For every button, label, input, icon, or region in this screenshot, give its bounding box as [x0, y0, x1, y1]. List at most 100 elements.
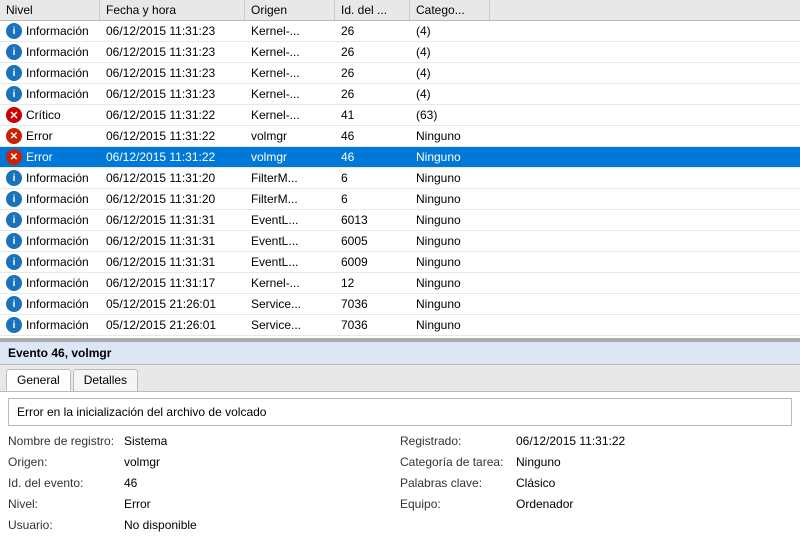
nivel-text: Información — [26, 213, 89, 227]
nivel-text: Información — [26, 87, 89, 101]
nivel-cell: ✕Error — [0, 126, 100, 146]
detail-field-row: Id. del evento: 46 — [8, 476, 400, 490]
col-header-id[interactable]: Id. del ... — [335, 0, 410, 20]
field-label: Palabras clave: — [400, 476, 510, 490]
field-value: 46 — [124, 476, 137, 490]
fecha-cell: 06/12/2015 11:31:23 — [100, 43, 245, 61]
nivel-cell: i Información — [0, 294, 100, 314]
fecha-cell: 06/12/2015 11:31:23 — [100, 64, 245, 82]
field-value: Sistema — [124, 434, 167, 448]
field-label: Id. del evento: — [8, 476, 118, 490]
cat-cell: Ninguno — [410, 211, 490, 229]
nivel-text: Información — [26, 318, 89, 332]
cat-cell: Ninguno — [410, 232, 490, 250]
col-header-cat[interactable]: Catego... — [410, 0, 490, 20]
id-cell: 6 — [335, 169, 410, 187]
cat-cell: Ninguno — [410, 274, 490, 292]
info-icon: i — [6, 317, 22, 333]
col-header-origen[interactable]: Origen — [245, 0, 335, 20]
tabs-bar: General Detalles — [0, 365, 800, 392]
table-row[interactable]: iInformación06/12/2015 11:31:17Kernel-..… — [0, 273, 800, 294]
id-cell: 7036 — [335, 295, 410, 313]
table-row[interactable]: iInformación06/12/2015 11:31:23Kernel-..… — [0, 63, 800, 84]
info-icon: i — [6, 191, 22, 207]
detail-field-row: Origen:volmgr — [8, 455, 400, 469]
table-row[interactable]: ✕Crítico06/12/2015 11:31:22Kernel-...41(… — [0, 105, 800, 126]
table-row[interactable]: iInformación06/12/2015 11:31:31EventL...… — [0, 210, 800, 231]
info-icon: i — [6, 65, 22, 81]
fecha-cell: 06/12/2015 11:31:23 — [100, 85, 245, 103]
nivel-cell: iInformación — [0, 210, 100, 230]
id-cell: 26 — [335, 43, 410, 61]
info-icon: i — [6, 44, 22, 60]
cat-cell: (4) — [410, 85, 490, 103]
field-value: Error — [124, 497, 151, 511]
table-row[interactable]: iInformación05/12/2015 21:26:01Service..… — [0, 315, 800, 336]
table-row[interactable]: iInformación06/12/2015 11:31:20FilterM..… — [0, 189, 800, 210]
nivel-text: Información — [26, 276, 89, 290]
origen-cell: FilterM... — [245, 169, 335, 187]
detail-field-row: Categoría de tarea:Ninguno — [400, 455, 792, 469]
id-cell: 6013 — [335, 211, 410, 229]
fecha-cell: 06/12/2015 11:31:22 — [100, 148, 245, 166]
col-header-nivel[interactable]: Nivel — [0, 0, 100, 20]
detail-field-row: Registrado:06/12/2015 11:31:22 — [400, 434, 792, 448]
field-label: Origen: — [8, 455, 118, 469]
cat-cell: Ninguno — [410, 148, 490, 166]
info-icon: i — [6, 170, 22, 186]
error-message-box: Error en la inicialización del archivo d… — [8, 398, 792, 426]
origen-cell: EventL... — [245, 211, 335, 229]
tab-detalles[interactable]: Detalles — [73, 369, 138, 391]
origen-cell: Kernel-... — [245, 85, 335, 103]
fecha-cell: 06/12/2015 11:31:31 — [100, 211, 245, 229]
table-row[interactable]: ✕Error06/12/2015 11:31:22volmgr46Ninguno — [0, 126, 800, 147]
id-cell: 12 — [335, 274, 410, 292]
nivel-text: Información — [26, 234, 89, 248]
table-row[interactable]: iInformación06/12/2015 11:31:23Kernel-..… — [0, 42, 800, 63]
table-row[interactable]: iInformación06/12/2015 11:31:31EventL...… — [0, 231, 800, 252]
table-row[interactable]: iInformación06/12/2015 11:31:23Kernel-..… — [0, 21, 800, 42]
detail-left-col: Nombre de registro:SistemaOrigen:volmgrI… — [8, 434, 400, 535]
id-cell: 26 — [335, 64, 410, 82]
info-icon: i — [6, 296, 22, 312]
origen-cell: FilterM... — [245, 190, 335, 208]
table-row[interactable]: iInformación05/12/2015 21:26:01Service..… — [0, 294, 800, 315]
origen-cell: volmgr — [245, 148, 335, 166]
field-label: Equipo: — [400, 497, 510, 511]
field-label: Categoría de tarea: — [400, 455, 510, 469]
table-row[interactable]: iInformación06/12/2015 11:31:31EventL...… — [0, 252, 800, 273]
cat-cell: (4) — [410, 22, 490, 40]
table-row[interactable]: iInformación06/12/2015 11:31:23Kernel-..… — [0, 84, 800, 105]
table-row[interactable]: iInformación05/12/2015 21:26:01Service..… — [0, 336, 800, 337]
cat-cell: Ninguno — [410, 253, 490, 271]
id-cell: 6005 — [335, 232, 410, 250]
field-value: No disponible — [124, 518, 197, 532]
detail-field-row: Equipo:Ordenador — [400, 497, 792, 511]
detail-content: Error en la inicialización del archivo d… — [0, 392, 800, 540]
table-row[interactable]: iInformación06/12/2015 11:31:20FilterM..… — [0, 168, 800, 189]
field-label: Registrado: — [400, 434, 510, 448]
table-row[interactable]: ✕Error06/12/2015 11:31:22volmgr46Ninguno — [0, 147, 800, 168]
info-icon: i — [6, 23, 22, 39]
cat-cell: Ninguno — [410, 316, 490, 334]
cat-cell: (4) — [410, 43, 490, 61]
nivel-cell: iInformación — [0, 168, 100, 188]
detail-title: Evento 46, volmgr — [0, 342, 800, 365]
fecha-cell: 06/12/2015 11:31:31 — [100, 232, 245, 250]
cat-cell: Ninguno — [410, 295, 490, 313]
nivel-cell: iInformación — [0, 273, 100, 293]
origen-cell: Kernel-... — [245, 43, 335, 61]
tab-general[interactable]: General — [6, 369, 71, 391]
id-cell: 41 — [335, 106, 410, 124]
nivel-cell: iInformación — [0, 84, 100, 104]
origen-cell: Kernel-... — [245, 22, 335, 40]
nivel-text: Información — [26, 297, 89, 311]
nivel-text: Error — [26, 129, 53, 143]
id-cell: 6009 — [335, 253, 410, 271]
origen-cell: Service... — [245, 316, 335, 334]
col-header-fecha[interactable]: Fecha y hora — [100, 0, 245, 20]
origen-cell: volmgr — [245, 127, 335, 145]
nivel-text: Crítico — [26, 108, 61, 122]
origen-cell: Kernel-... — [245, 64, 335, 82]
detail-right-col: Registrado:06/12/2015 11:31:22 Categoría … — [400, 434, 792, 535]
